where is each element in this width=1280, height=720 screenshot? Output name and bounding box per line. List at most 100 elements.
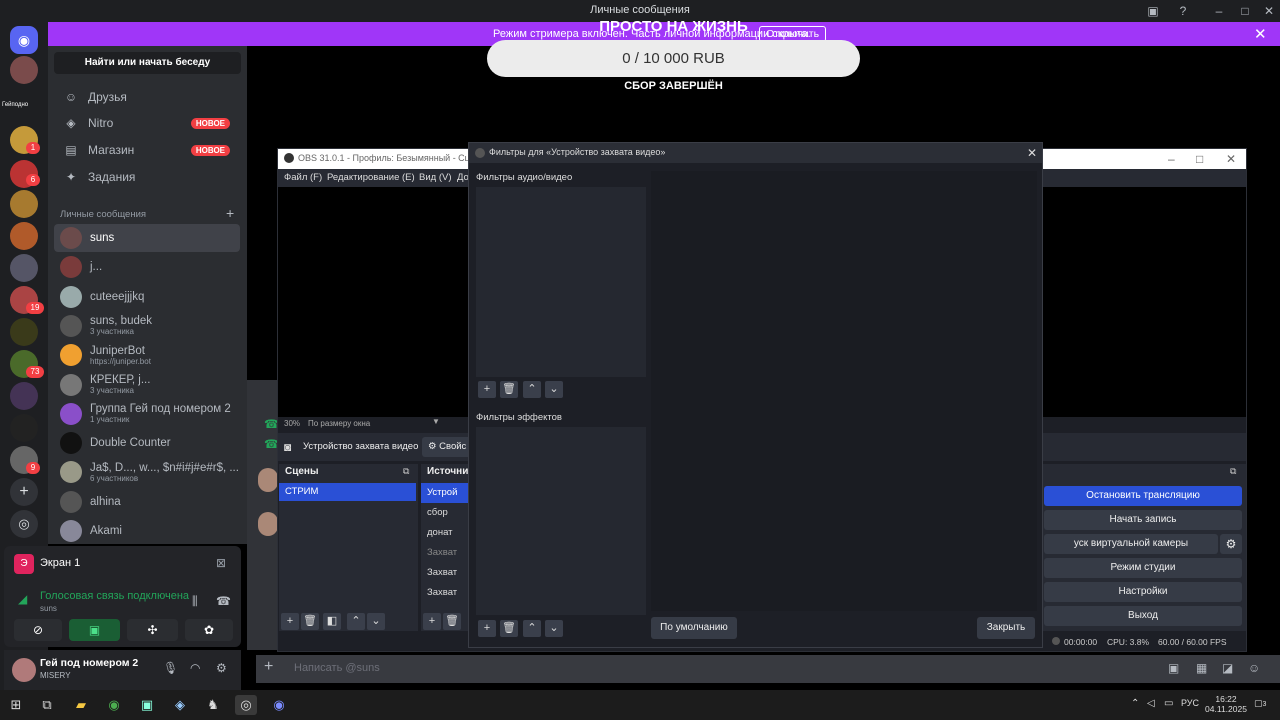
settings-icon[interactable]: ⚙ (216, 661, 227, 675)
username[interactable]: Гей под номером 2 (40, 657, 138, 669)
gear-icon[interactable]: ⚙ (1220, 534, 1242, 554)
trash-icon[interactable]: 🗑 (443, 613, 461, 630)
nav-nitro[interactable]: ◈ Nitro НОВОЕ (54, 110, 240, 136)
activities-icon[interactable]: ✣ (127, 619, 178, 641)
studio-mode-button[interactable]: Режим студии (1044, 558, 1242, 578)
popout-icon[interactable]: ⊠ (216, 556, 226, 570)
server-icon[interactable] (10, 190, 38, 218)
camera-off-icon[interactable]: ⊘ (14, 619, 62, 641)
dm-item[interactable]: КРЕКЕР, j... 3 участника (54, 371, 240, 399)
exit-button[interactable]: Выход (1044, 606, 1242, 626)
menu-view[interactable]: Вид (V) (419, 172, 452, 183)
virtual-camera-button[interactable]: уск виртуальной камеры (1044, 534, 1218, 554)
obs-icon[interactable]: ◎ (235, 695, 257, 715)
message-input[interactable]: + Написать @suns ▣ ▦ ◪ ☺ (256, 655, 1280, 683)
trash-icon[interactable]: 🗑 (500, 381, 518, 398)
add-icon[interactable]: + (478, 620, 496, 637)
fit-select[interactable]: По размеру окна (308, 419, 370, 428)
file-explorer-icon[interactable]: ▰ (70, 695, 92, 715)
minimize-button[interactable]: – (1210, 3, 1228, 19)
nav-shop[interactable]: ▤ Магазин НОВОЕ (54, 137, 240, 163)
chevron-down-icon[interactable]: ▼ (432, 417, 440, 426)
network-icon[interactable]: ▭ (1164, 698, 1173, 709)
dm-item[interactable]: Akami (54, 517, 240, 545)
dm-item[interactable]: Ja$, D..., w..., $n#i#j#e#r$, ... 6 участ… (54, 458, 240, 486)
chevron-up-icon[interactable]: ⌃ (523, 381, 541, 398)
task-view-icon[interactable]: ⧉ (36, 695, 58, 715)
chevron-up-icon[interactable]: ⌃ (1131, 698, 1139, 709)
nav-quests[interactable]: ✦ Задания (54, 164, 240, 190)
discord-home-icon[interactable]: ◉ (10, 26, 38, 54)
menu-edit[interactable]: Редактирование (E) (327, 172, 415, 183)
language-indicator[interactable]: РУС (1181, 698, 1199, 708)
dm-item[interactable]: Double Counter (54, 429, 240, 457)
headphones-icon[interactable]: ◠ (190, 661, 200, 675)
chevron-down-icon[interactable]: ⌄ (545, 620, 563, 637)
dm-item[interactable]: JuniperBot https://juniper.bot (54, 341, 240, 369)
server-icon[interactable] (10, 382, 38, 410)
inbox-icon[interactable]: ▣ (1144, 3, 1162, 19)
maximize-button[interactable]: □ (1236, 3, 1254, 19)
windows-start-icon[interactable]: ⊞ (5, 695, 27, 715)
emoji-icon[interactable]: ☺ (1248, 661, 1260, 675)
trash-icon[interactable]: 🗑 (500, 620, 518, 637)
filter-icon[interactable]: ◧ (323, 613, 341, 630)
add-icon[interactable]: + (281, 613, 299, 630)
trash-icon[interactable]: 🗑 (301, 613, 319, 630)
source-item[interactable]: донат (421, 523, 469, 543)
start-recording-button[interactable]: Начать запись (1044, 510, 1242, 530)
soundboard-icon[interactable]: ✿ (185, 619, 233, 641)
audio-video-filters-list[interactable] (476, 187, 646, 377)
app-icon[interactable]: ♞ (202, 695, 224, 715)
source-item[interactable]: Захват (421, 563, 469, 583)
help-icon[interactable]: ? (1174, 3, 1192, 19)
source-item[interactable]: сбор (421, 503, 469, 523)
screenshare-button[interactable]: ▣ (69, 619, 120, 641)
dm-item[interactable]: alhina (54, 488, 240, 516)
source-item[interactable]: Захват (421, 543, 469, 563)
settings-button[interactable]: Настройки (1044, 582, 1242, 602)
source-item[interactable]: Устрой (421, 483, 469, 503)
voice-channel[interactable]: suns (40, 604, 57, 613)
dm-item[interactable]: suns, budek 3 участника (54, 312, 240, 340)
chevron-down-icon[interactable]: ⌄ (367, 613, 385, 630)
menu-file[interactable]: Файл (F) (284, 172, 322, 183)
microphone-icon[interactable]: 🎙 (163, 661, 178, 675)
source-item[interactable]: Захват (421, 583, 469, 603)
volume-icon[interactable]: ◁ (1147, 698, 1155, 709)
sticker-icon[interactable]: ◪ (1222, 661, 1233, 675)
add-icon[interactable]: + (478, 381, 496, 398)
chevron-up-icon[interactable]: ⌃ (523, 620, 541, 637)
add-icon[interactable]: + (423, 613, 441, 630)
search-input[interactable]: Найти или начать беседу (54, 52, 241, 74)
discord-icon[interactable]: ◉ (268, 695, 290, 715)
close-button[interactable]: ✕ (1260, 3, 1278, 19)
gift-icon[interactable]: ▣ (1168, 661, 1179, 675)
server-icon[interactable] (10, 318, 38, 346)
defaults-button[interactable]: По умолчанию (651, 617, 737, 639)
disconnect-icon[interactable]: ☎ (216, 594, 231, 608)
gif-icon[interactable]: ▦ (1196, 661, 1207, 675)
dm-item[interactable]: Группа Гей под номером 21 участник (54, 400, 240, 428)
server-icon[interactable] (10, 254, 38, 282)
undock-icon[interactable]: ⧉ (1230, 466, 1236, 477)
chevron-up-icon[interactable]: ⌃ (347, 613, 365, 630)
server-icon[interactable] (10, 222, 38, 250)
close-button[interactable]: ✕ (1226, 152, 1236, 166)
discover-icon[interactable]: ◎ (10, 510, 38, 538)
close-icon[interactable]: ✕ (1027, 146, 1037, 160)
undock-icon[interactable]: ⧉ (403, 466, 409, 477)
clock[interactable]: 16:22 04.11.2025 (1204, 694, 1248, 714)
server-icon[interactable] (10, 414, 38, 442)
stop-stream-button[interactable]: Остановить трансляцию (1044, 486, 1242, 506)
add-attachment-icon[interactable]: + (264, 658, 273, 676)
nav-friends[interactable]: ☺ Друзья (54, 84, 240, 110)
notifications-icon[interactable]: ▢3 (1254, 698, 1266, 709)
effect-filters-list[interactable] (476, 427, 646, 615)
dm-item[interactable]: j... (54, 253, 240, 281)
app-icon[interactable]: ▣ (136, 695, 158, 715)
steam-icon[interactable]: ◈ (169, 695, 191, 715)
close-button[interactable]: Закрыть (977, 617, 1035, 639)
chevron-down-icon[interactable]: ⌄ (545, 381, 563, 398)
chrome-icon[interactable]: ◉ (103, 695, 125, 715)
